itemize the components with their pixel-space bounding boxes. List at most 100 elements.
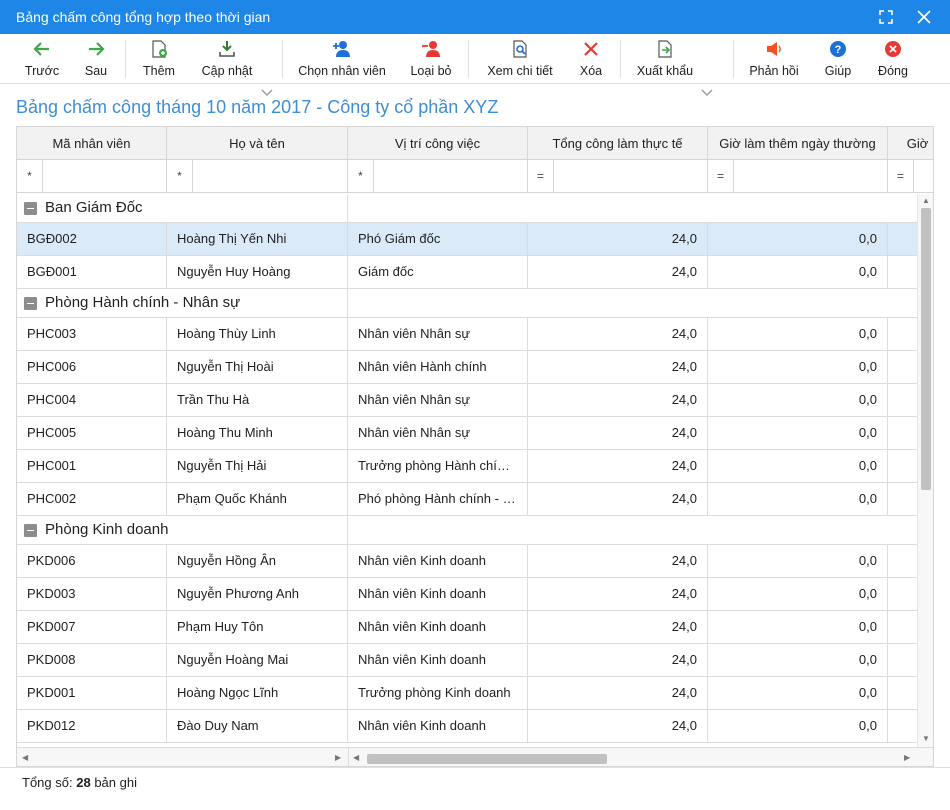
group-row[interactable]: Ban Giám Đốc	[17, 194, 917, 223]
view-detail-label: Xem chi tiết	[487, 64, 553, 78]
cell-code: PKD006	[17, 545, 167, 577]
cell-position: Phó phòng Hành chính - N…	[348, 483, 528, 515]
status-bar: Tổng số: 28 bản ghi	[0, 767, 950, 810]
toolbar-divider	[125, 40, 126, 78]
table-row[interactable]: PKD001 Hoàng Ngọc Lĩnh Trưởng phòng Kinh d…	[17, 677, 917, 710]
next-label: Sau	[84, 64, 108, 78]
table-row[interactable]: BGĐ001 Nguyễn Huy Hoàng Giám đốc 24,0 0,0	[17, 256, 917, 289]
table-row[interactable]: PKD012 Đào Duy Nam Nhân viên Kinh doanh 24,…	[17, 710, 917, 743]
column-header[interactable]: Vị trí công việc	[348, 127, 528, 160]
column-header[interactable]: Giờ	[888, 127, 933, 160]
vertical-scrollbar[interactable]: ▲ ▼	[917, 194, 933, 747]
table-row[interactable]: PHC001 Nguyễn Thị Hải Trưởng phòng Hành ch…	[17, 450, 917, 483]
table-row[interactable]: PHC002 Phạm Quốc Khánh Phó phòng Hành chín…	[17, 483, 917, 516]
cell-name: Hoàng Thị Yến Nhi	[167, 223, 348, 255]
choose-employee-button[interactable]: Chọn nhân viên	[298, 34, 386, 84]
cell-total: 24,0	[528, 483, 708, 515]
table-row[interactable]: PHC005 Hoàng Thu Minh Nhân viên Nhân sự 24,…	[17, 417, 917, 450]
table-row[interactable]: PKD006 Nguyễn Hồng Ân Nhân viên Kinh doanh…	[17, 545, 917, 578]
cell-empty	[888, 351, 917, 383]
vertical-scroll-thumb[interactable]	[921, 208, 931, 490]
toolbar-divider	[468, 40, 469, 78]
cell-total: 24,0	[528, 318, 708, 350]
cell-total: 24,0	[528, 351, 708, 383]
collapse-icon[interactable]	[24, 202, 37, 215]
filter-operator[interactable]: =	[528, 160, 554, 192]
toolbar-divider	[620, 40, 621, 78]
cell-total: 24,0	[528, 384, 708, 416]
cell-code: BGĐ001	[17, 256, 167, 288]
view-detail-icon	[513, 40, 527, 58]
column-filter[interactable]: *	[348, 160, 528, 193]
table-row[interactable]: PKD008 Nguyễn Hoàng Mai Nhân viên Kinh doa…	[17, 644, 917, 677]
column-filter[interactable]: *	[17, 160, 167, 193]
scroll-down-icon[interactable]: ▼	[922, 734, 930, 743]
group-row[interactable]: Phòng Kinh doanh	[17, 516, 917, 545]
cell-name: Nguyễn Thị Hải	[167, 450, 348, 482]
column-filter[interactable]: =	[708, 160, 888, 193]
cell-empty	[888, 384, 917, 416]
column-filter[interactable]: *	[167, 160, 348, 193]
help-button[interactable]: ? Giúp	[822, 34, 854, 84]
cell-total: 24,0	[528, 417, 708, 449]
scroll-right-icon[interactable]: ▶	[335, 753, 341, 762]
filter-operator[interactable]: *	[17, 160, 43, 192]
table-row[interactable]: PHC004 Trần Thu Hà Nhân viên Nhân sự 24,0 0,…	[17, 384, 917, 417]
cell-total: 24,0	[528, 644, 708, 676]
table-row[interactable]: PHC006 Nguyễn Thị Hoài Nhân viên Hành chín…	[17, 351, 917, 384]
cell-empty	[888, 483, 917, 515]
cell-code: PKD008	[17, 644, 167, 676]
table-row[interactable]: PKD003 Nguyễn Phương Anh Nhân viên Kinh do…	[17, 578, 917, 611]
table-row[interactable]: PHC003 Hoàng Thùy Linh Nhân viên Nhân sự 24…	[17, 318, 917, 351]
scroll-left-icon[interactable]: ◀	[22, 753, 28, 762]
table-row[interactable]: BGĐ002 Hoàng Thị Yến Nhi Phó Giám đốc 24,0 0…	[17, 223, 917, 256]
chevron-down-icon[interactable]	[701, 89, 713, 97]
filter-operator[interactable]: =	[888, 160, 914, 192]
cell-code: PKD003	[17, 578, 167, 610]
table-row[interactable]: PKD007 Phạm Huy Tôn Nhân viên Kinh doanh 24…	[17, 611, 917, 644]
cell-code: PHC006	[17, 351, 167, 383]
add-document-icon	[152, 40, 167, 58]
horizontal-scroll-thumb[interactable]	[367, 754, 607, 764]
column-header[interactable]: Tổng công làm thực tế	[528, 127, 708, 160]
next-button[interactable]: Sau	[78, 34, 114, 84]
delete-label: Xóa	[579, 64, 603, 78]
column-header[interactable]: Giờ làm thêm ngày thường	[708, 127, 888, 160]
horizontal-scrollbar[interactable]: ◀ ▶ ◀ ▶	[17, 747, 933, 766]
cell-code: PHC002	[17, 483, 167, 515]
column-header[interactable]: Họ và tên	[167, 127, 348, 160]
column-filter[interactable]: =	[888, 160, 933, 193]
group-row[interactable]: Phòng Hành chính - Nhân sự	[17, 289, 917, 318]
column-filter[interactable]: =	[528, 160, 708, 193]
maximize-button[interactable]	[876, 7, 896, 27]
close-window-button[interactable]	[914, 7, 934, 27]
collapse-icon[interactable]	[24, 524, 37, 537]
filter-operator[interactable]: *	[167, 160, 193, 192]
scroll-up-icon[interactable]: ▲	[922, 196, 930, 205]
remove-button[interactable]: Loại bỏ	[408, 34, 454, 84]
cell-empty	[888, 318, 917, 350]
back-button[interactable]: Trước	[20, 34, 64, 84]
chevron-down-icon[interactable]	[261, 89, 273, 97]
filter-operator[interactable]: =	[708, 160, 734, 192]
add-button[interactable]: Thêm	[138, 34, 180, 84]
cell-empty	[888, 710, 917, 742]
close-button[interactable]: Đóng	[876, 34, 910, 84]
cell-overtime: 0,0	[708, 450, 888, 482]
export-label: Xuất khẩu	[636, 64, 694, 78]
scroll-right-icon[interactable]: ▶	[904, 753, 910, 762]
delete-button[interactable]: Xóa	[574, 34, 608, 84]
update-button[interactable]: Cập nhật	[196, 34, 258, 84]
cell-position: Nhân viên Nhân sự	[348, 384, 528, 416]
scroll-left-icon[interactable]: ◀	[353, 753, 359, 762]
feedback-button[interactable]: Phản hồi	[748, 34, 800, 84]
cell-name: Nguyễn Hoàng Mai	[167, 644, 348, 676]
view-detail-button[interactable]: Xem chi tiết	[484, 34, 556, 84]
collapse-icon[interactable]	[24, 297, 37, 310]
column-header[interactable]: Mã nhân viên	[17, 127, 167, 160]
cell-total: 24,0	[528, 450, 708, 482]
record-count-value: 28	[76, 775, 91, 790]
feedback-label: Phản hồi	[749, 64, 799, 78]
filter-operator[interactable]: *	[348, 160, 374, 192]
export-button[interactable]: Xuất khẩu	[634, 34, 696, 84]
